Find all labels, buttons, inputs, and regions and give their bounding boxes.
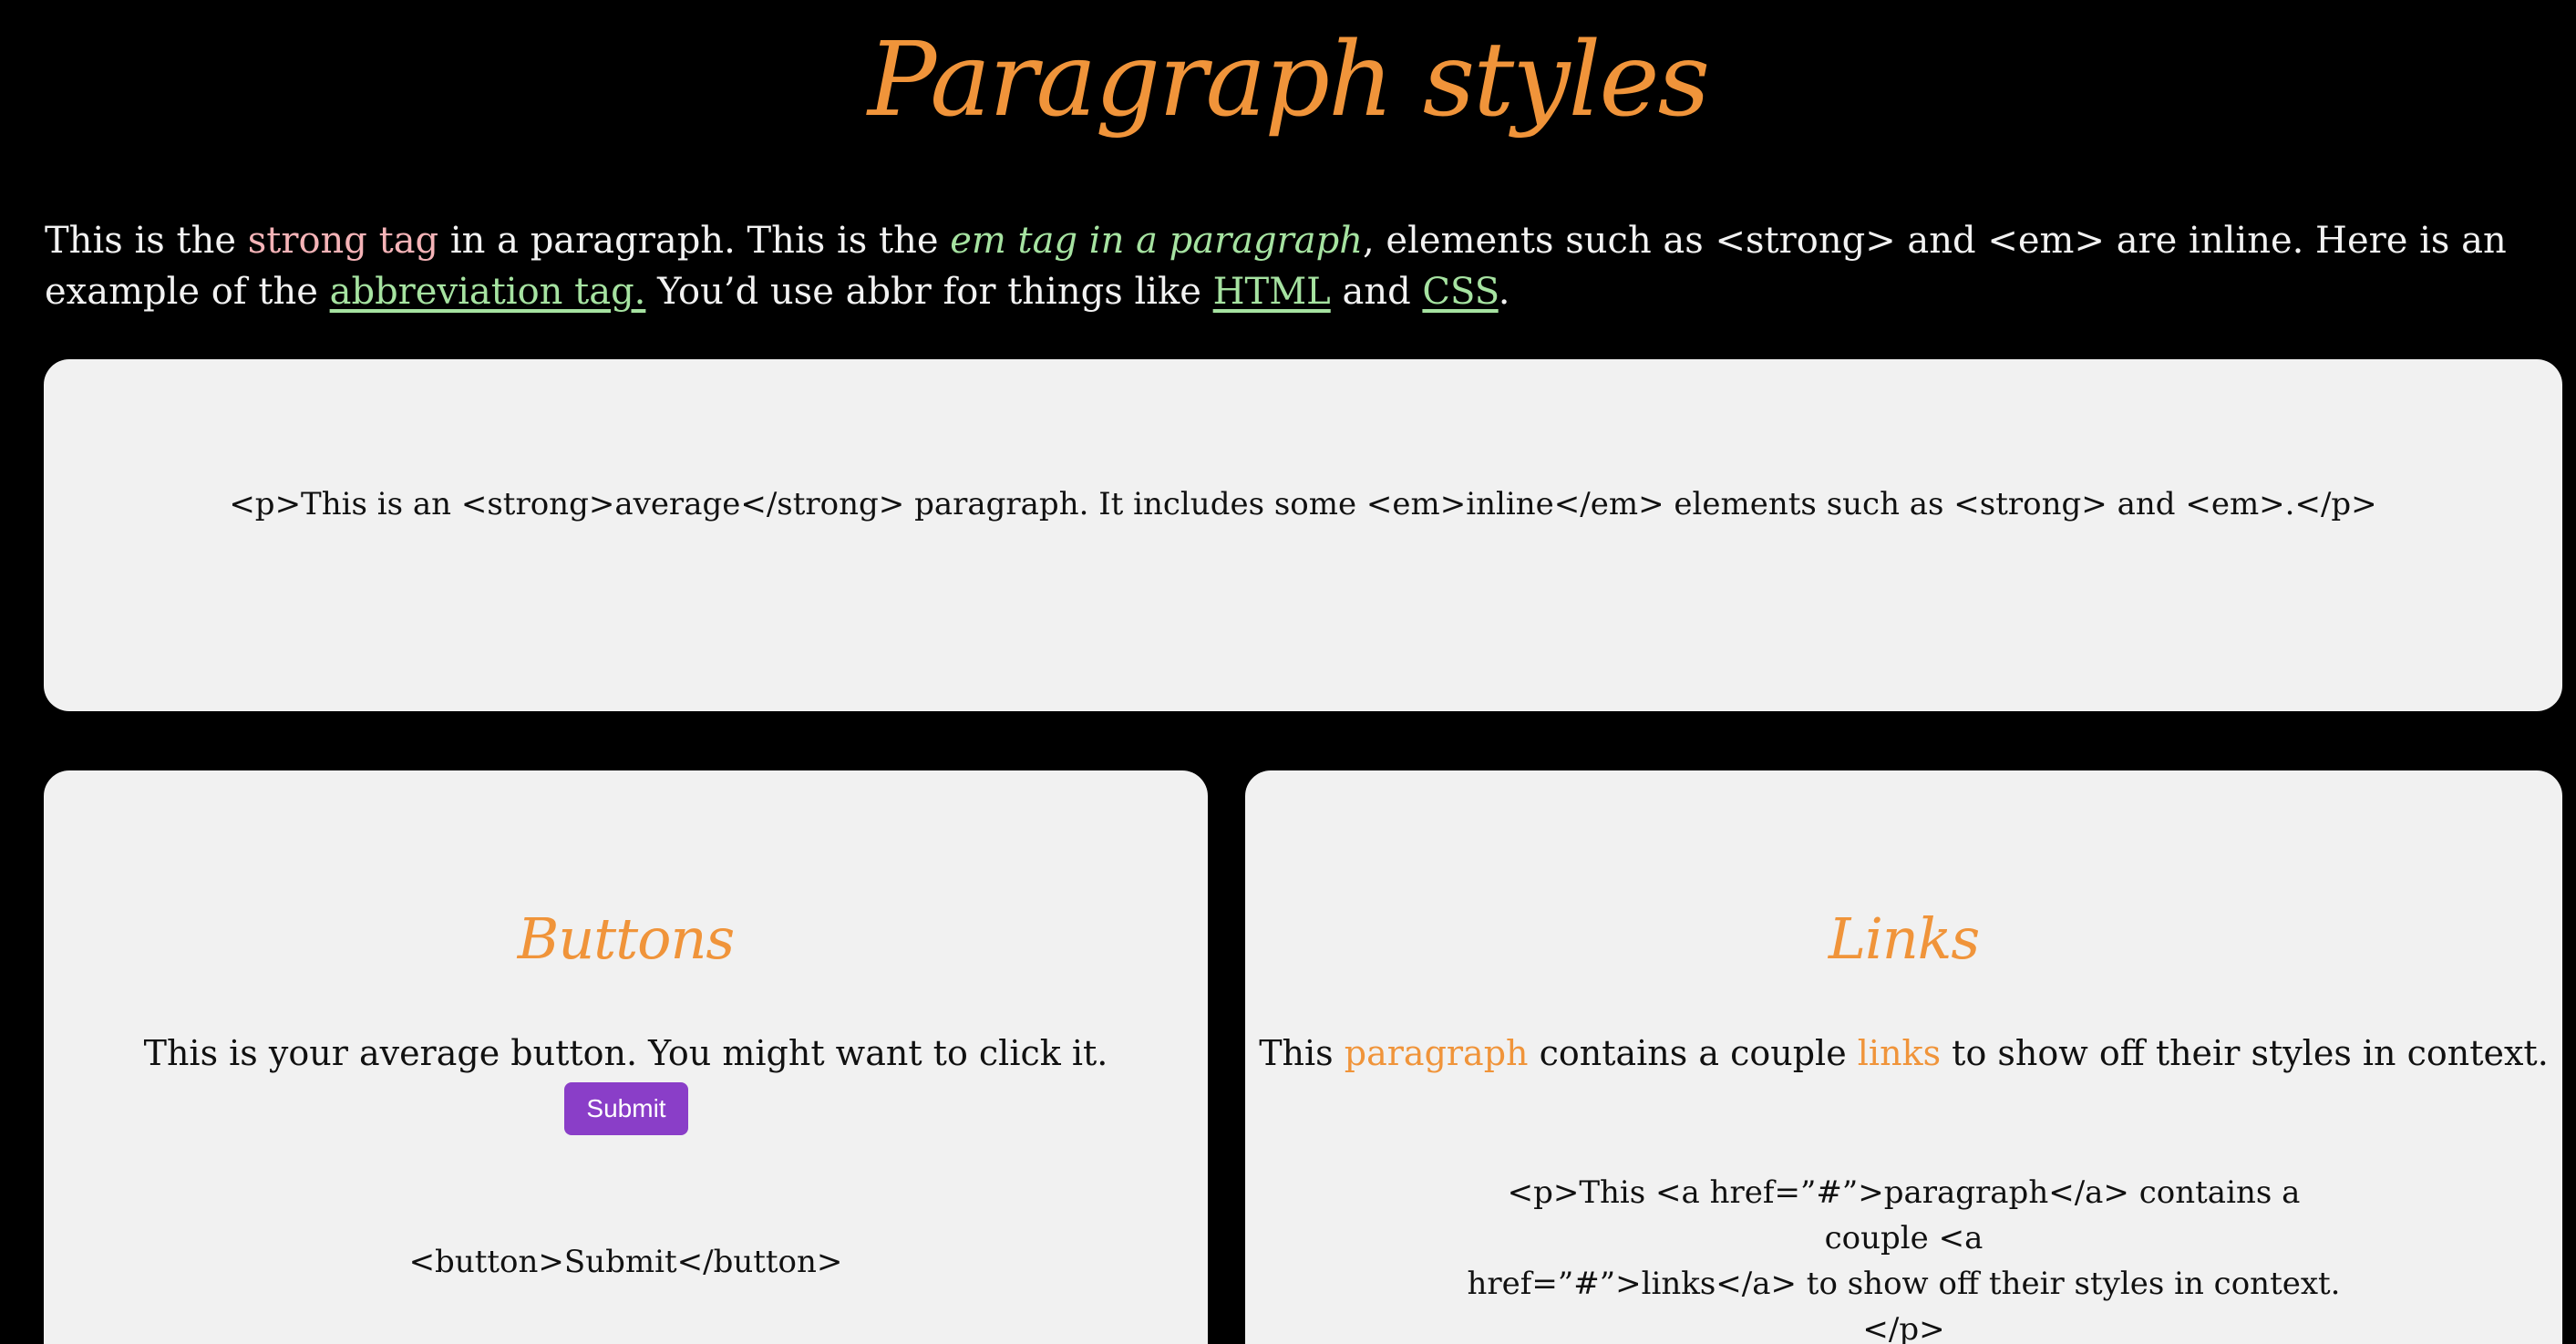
intro-text-4: You’d use abbr for things like	[645, 271, 1213, 313]
paragraph-link[interactable]: paragraph	[1345, 1033, 1529, 1073]
intro-paragraph: This is the strong tag in a paragraph. T…	[45, 215, 2542, 317]
links-text-1: This	[1259, 1033, 1345, 1073]
submit-button[interactable]: Submit	[564, 1082, 688, 1135]
intro-text-5: and	[1330, 271, 1423, 313]
links-text-3: to show off their styles in context.	[1941, 1033, 2549, 1073]
buttons-heading: Buttons	[517, 905, 735, 972]
page-title: Paragraph styles	[867, 21, 1710, 140]
links-text-2: contains a couple	[1528, 1033, 1858, 1073]
links-description: This paragraph contains a couple links t…	[1245, 1028, 2562, 1079]
links-heading: Links	[1828, 905, 1980, 972]
links-link[interactable]: links	[1858, 1033, 1941, 1073]
paragraph-code-sample: <p>This is an <strong>average</strong> p…	[229, 486, 2377, 522]
buttons-card: Buttons This is your average button. You…	[44, 770, 1208, 1344]
strong-tag-text: strong tag	[247, 220, 439, 262]
paragraph-example-card: <p>This is an <strong>average</strong> p…	[44, 359, 2562, 711]
css-abbreviation[interactable]: CSS	[1422, 271, 1498, 313]
intro-text-2: in a paragraph. This is the	[438, 220, 951, 262]
links-code-line-1: <p>This <a href=”#”>paragraph</a> contai…	[1507, 1174, 2301, 1256]
buttons-description: This is your average button. You might w…	[143, 1033, 1108, 1073]
links-card: Links This paragraph contains a couple l…	[1245, 770, 2562, 1344]
button-code-sample: <button>Submit</button>	[408, 1244, 843, 1280]
intro-text-1: This is the	[45, 220, 248, 262]
html-abbreviation[interactable]: HTML	[1213, 271, 1331, 313]
intro-text-6: .	[1498, 271, 1510, 313]
em-tag-text: em tag in a paragraph	[950, 220, 1363, 262]
abbreviation-tag-text[interactable]: abbreviation tag.	[330, 271, 646, 313]
links-code-line-2: href=”#”>links</a> to show off their sty…	[1467, 1266, 2341, 1344]
links-code-sample: <p>This <a href=”#”>paragraph</a> contai…	[1464, 1170, 2344, 1344]
